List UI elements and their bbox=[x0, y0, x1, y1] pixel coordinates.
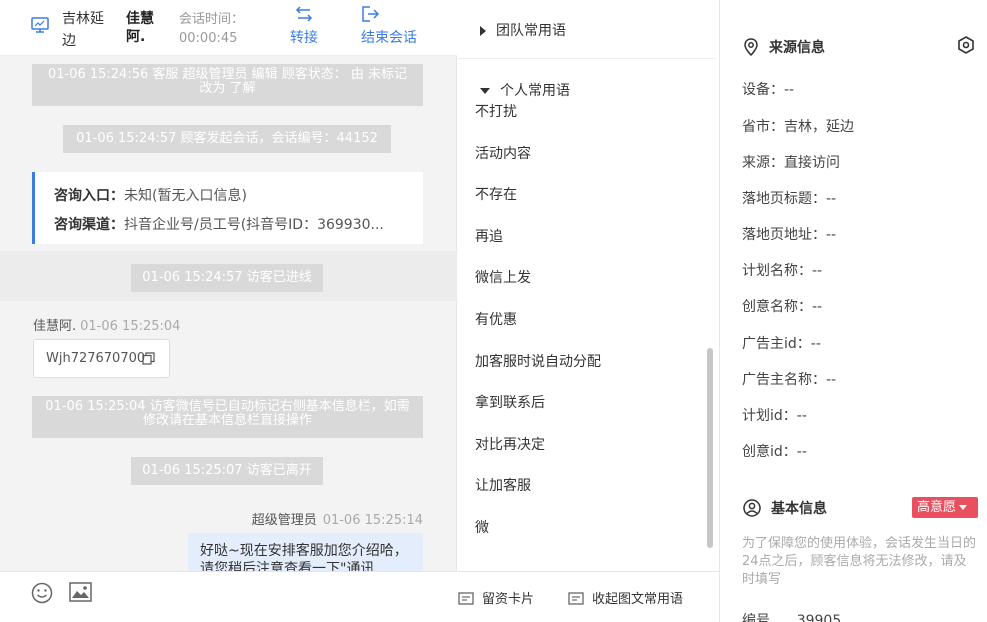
group-label: 个人常用语 bbox=[500, 83, 570, 99]
sender-name: 佳慧阿. bbox=[33, 319, 77, 334]
message-list[interactable]: 01-06 15:24:56 客服 超级管理员 编辑 顾客状态： 由 未标记 改… bbox=[0, 56, 457, 571]
phrase-item[interactable]: 不打扰 bbox=[475, 101, 517, 121]
system-message: 01-06 15:25:04 访客微信号已自动标记右侧基本信息栏，如需修改请在基… bbox=[32, 396, 423, 438]
info-row-plan-name: 计划名称：-- bbox=[742, 263, 823, 279]
info-row-landing-title: 落地页标题：-- bbox=[742, 191, 837, 207]
sender-name: 超级管理员 bbox=[251, 513, 317, 528]
image-icon[interactable] bbox=[69, 582, 92, 606]
session-time-label: 会话时间： bbox=[179, 12, 245, 27]
phrase-item[interactable]: 有优惠 bbox=[475, 309, 517, 329]
personal-phrases-group[interactable]: 个人常用语 bbox=[480, 80, 570, 100]
chat-header: 吉林延边 佳慧阿. 会话时间： 00:00:45 转接 结束会话 bbox=[0, 0, 457, 56]
info-row-source: 来源：直接访问 bbox=[742, 155, 840, 171]
info-row-plan-id: 计划id：-- bbox=[742, 408, 807, 424]
exit-icon bbox=[361, 5, 417, 23]
team-phrases-group[interactable]: 团队常用语 bbox=[480, 20, 566, 40]
edit-deadline-notice: 为了保障您的使用体验，会话发生当日的24点之后，顾客信息将无法修改，请及时填写 bbox=[742, 536, 977, 587]
agent-sender-line: 超级管理员 01-06 15:25:14 bbox=[252, 509, 423, 528]
lead-card-button[interactable]: 留资卡片 bbox=[458, 588, 534, 607]
phrases-toolbar: 留资卡片 收起图文常用语 bbox=[458, 571, 720, 622]
monitor-icon bbox=[31, 17, 49, 37]
copy-icon[interactable] bbox=[142, 352, 155, 369]
info-row-creative-name: 创意名称：-- bbox=[742, 299, 823, 315]
system-message: 01-06 15:25:07 访客已离开 bbox=[131, 457, 323, 485]
transfer-label: 转接 bbox=[290, 30, 318, 46]
visitor-sender-line: 佳慧阿. 01-06 15:25:04 bbox=[33, 315, 180, 334]
sender-time: 01-06 15:25:04 bbox=[80, 319, 181, 334]
card-icon bbox=[568, 592, 592, 607]
channel-key: 咨询渠道： bbox=[54, 217, 124, 233]
transfer-button[interactable]: 转接 bbox=[290, 5, 318, 47]
system-message: 01-06 15:24:57 访客已进线 bbox=[131, 264, 323, 292]
lead-card-label: 留资卡片 bbox=[482, 592, 535, 607]
info-row-landing-url: 落地页地址：-- bbox=[742, 227, 837, 243]
chat-panel: 吉林延边 佳慧阿. 会话时间： 00:00:45 转接 结束会话 01-06 1… bbox=[0, 0, 457, 622]
wechat-id: Wjh727670700 bbox=[46, 351, 146, 366]
caret-right-icon bbox=[480, 26, 486, 36]
phrase-item[interactable]: 让加客服 bbox=[475, 475, 531, 495]
entry-key: 咨询入口： bbox=[54, 188, 124, 204]
hexagon-settings-icon[interactable] bbox=[957, 36, 975, 58]
section-label: 基本信息 bbox=[771, 501, 827, 517]
phrase-item[interactable]: 不存在 bbox=[475, 184, 517, 204]
info-row-advertiser-id: 广告主id：-- bbox=[742, 336, 821, 352]
info-row-creative-id: 创意id：-- bbox=[742, 444, 807, 460]
session-time-value: 00:00:45 bbox=[179, 31, 238, 46]
info-row-advertiser-name: 广告主名称：-- bbox=[742, 372, 837, 388]
phrase-item[interactable]: 微 bbox=[475, 517, 489, 537]
phrase-item[interactable]: 微信上发 bbox=[475, 267, 531, 287]
group-label: 团队常用语 bbox=[496, 23, 566, 39]
sender-time: 01-06 15:25:14 bbox=[322, 513, 423, 528]
visitor-info-panel: 来源信息 设备：-- 省市：吉林，延边 来源：直接访问 落地页标题：-- 落地页… bbox=[721, 0, 987, 622]
system-message: 01-06 15:24:56 客服 超级管理员 编辑 顾客状态： 由 未标记 改… bbox=[32, 64, 423, 106]
end-session-button[interactable]: 结束会话 bbox=[361, 5, 417, 47]
phrase-item[interactable]: 拿到联系后 bbox=[475, 392, 545, 412]
source-info-title: 来源信息 bbox=[743, 37, 825, 57]
intent-level-label: 高意愿 bbox=[917, 500, 957, 515]
phrases-panel: 团队常用语 个人常用语 不打扰 活动内容 不存在 再追 微信上发 有优惠 加客服… bbox=[458, 0, 720, 622]
agent-message-bubble: 好哒~现在安排客服加您介绍哈，请您稍后注意查看一下"通讯 bbox=[188, 533, 423, 571]
phrases-scrollbar[interactable] bbox=[707, 348, 713, 548]
phrase-item[interactable]: 加客服时说自动分配 bbox=[475, 351, 601, 371]
system-message: 01-06 15:24:57 顾客发起会话，会话编号：44152 bbox=[63, 125, 391, 153]
consult-source-card: 咨询入口：未知(暂无入口信息) 咨询渠道：抖音企业号/员工号(抖音号ID：369… bbox=[32, 172, 423, 244]
info-row-number: 编号 39905 bbox=[742, 613, 842, 622]
entry-value: 未知(暂无入口信息) bbox=[124, 188, 247, 204]
transfer-icon bbox=[290, 5, 318, 23]
divider bbox=[458, 58, 716, 59]
user-icon bbox=[743, 499, 771, 517]
phrase-item[interactable]: 再追 bbox=[475, 226, 503, 246]
caret-down-icon bbox=[480, 88, 490, 94]
card-icon bbox=[458, 592, 482, 607]
section-label: 来源信息 bbox=[769, 40, 825, 56]
chat-toolbar bbox=[0, 571, 457, 622]
visitor-name: 佳慧阿. bbox=[126, 11, 154, 45]
caret-down-icon bbox=[959, 505, 968, 510]
phrase-item[interactable]: 对比再决定 bbox=[475, 434, 545, 454]
end-session-label: 结束会话 bbox=[361, 30, 417, 46]
wechat-bubble: Wjh727670700 bbox=[33, 339, 170, 378]
info-row-device: 设备：-- bbox=[742, 82, 795, 98]
smile-icon[interactable] bbox=[31, 582, 53, 608]
basic-info-title: 基本信息 bbox=[743, 498, 827, 518]
channel-value: 抖音企业号/员工号(抖音号ID：369930... bbox=[124, 217, 384, 233]
phrase-item[interactable]: 活动内容 bbox=[475, 143, 531, 163]
visitor-region: 吉林延边 bbox=[62, 11, 104, 49]
collapse-phrases-label: 收起图文常用语 bbox=[592, 592, 684, 607]
collapse-phrases-button[interactable]: 收起图文常用语 bbox=[568, 588, 683, 607]
location-pin-icon bbox=[743, 38, 769, 57]
intent-level-badge[interactable]: 高意愿 bbox=[912, 497, 978, 518]
info-row-province: 省市：吉林，延边 bbox=[742, 119, 854, 135]
